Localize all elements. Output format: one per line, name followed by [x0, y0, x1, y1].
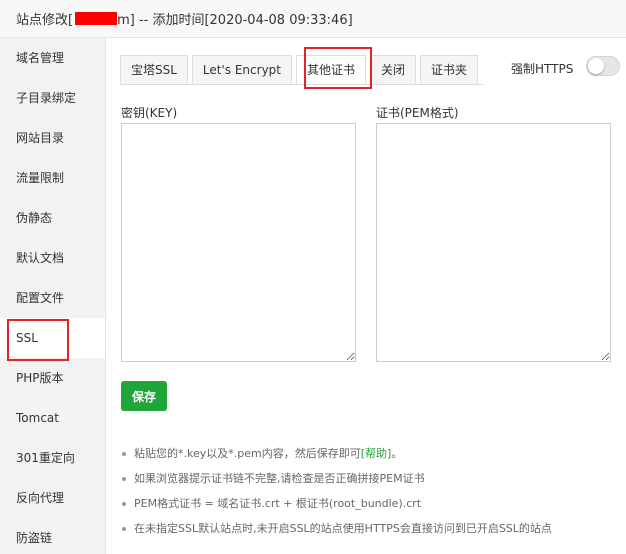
tip-item: 粘贴您的*.key以及*.pem内容，然后保存即可[帮助]。 [120, 446, 620, 471]
title-suffix: m] -- 添加时间[2020-04-08 09:33:46] [117, 13, 353, 28]
ssl-tabs: 宝塔SSL Let's Encrypt 其他证书 关闭 证书夹 [120, 55, 482, 85]
force-https-toggle[interactable] [586, 56, 620, 76]
save-button[interactable]: 保存 [121, 381, 167, 411]
tip-item: PEM格式证书 = 域名证书.crt + 根证书(root_bundle).cr… [120, 496, 620, 521]
sidebar-item-traffic-limit[interactable]: 流量限制 [0, 158, 105, 198]
key-textarea[interactable] [121, 123, 356, 362]
sidebar-item-php-version[interactable]: PHP版本 [0, 358, 105, 398]
sidebar-item-domain[interactable]: 域名管理 [0, 38, 105, 78]
tab-other-cert[interactable]: 其他证书 [296, 55, 367, 85]
tab-close[interactable]: 关闭 [370, 55, 417, 85]
sidebar-item-reverse-proxy[interactable]: 反向代理 [0, 478, 105, 518]
sidebar: 域名管理 子目录绑定 网站目录 流量限制 伪静态 默认文档 配置文件 SSL P… [0, 38, 106, 554]
sidebar-item-site-dir[interactable]: 网站目录 [0, 118, 105, 158]
sidebar-item-tomcat[interactable]: Tomcat [0, 398, 105, 438]
toggle-knob [588, 58, 604, 74]
key-label: 密钥(KEY) [121, 106, 178, 120]
tab-lets-encrypt[interactable]: Let's Encrypt [191, 55, 292, 85]
tip-item: 在未指定SSL默认站点时,未开启SSL的站点使用HTTPS会直接访问到已开启SS… [120, 521, 620, 546]
sidebar-item-config-file[interactable]: 配置文件 [0, 278, 105, 318]
tab-divider [120, 84, 484, 85]
cert-label: 证书(PEM格式) [376, 106, 459, 120]
tips-list: 粘贴您的*.key以及*.pem内容，然后保存即可[帮助]。 如果浏览器提示证书… [120, 446, 620, 546]
help-link[interactable]: [帮助] [361, 447, 392, 460]
title-prefix: 站点修改[ [16, 13, 74, 28]
sidebar-item-ssl[interactable]: SSL [0, 318, 105, 358]
sidebar-item-rewrite[interactable]: 伪静态 [0, 198, 105, 238]
tab-cert-folder[interactable]: 证书夹 [420, 55, 479, 85]
tab-bt-ssl[interactable]: 宝塔SSL [120, 55, 188, 85]
tip-item: 如果浏览器提示证书链不完整,请检查是否正确拼接PEM证书 [120, 471, 620, 496]
sidebar-item-redirect-301[interactable]: 301重定向 [0, 438, 105, 478]
sidebar-item-hotlink[interactable]: 防盗链 [0, 518, 105, 554]
sidebar-item-subdir-binding[interactable]: 子目录绑定 [0, 78, 105, 118]
cert-textarea[interactable] [376, 123, 611, 362]
sidebar-item-default-doc[interactable]: 默认文档 [0, 238, 105, 278]
redacted-domain [75, 12, 118, 25]
dialog-title: 站点修改[ m] -- 添加时间[2020-04-08 09:33:46] [0, 0, 626, 38]
force-https-label: 强制HTTPS [511, 62, 574, 76]
ssl-panel: 宝塔SSL Let's Encrypt 其他证书 关闭 证书夹 强制HTTPS … [106, 38, 626, 554]
